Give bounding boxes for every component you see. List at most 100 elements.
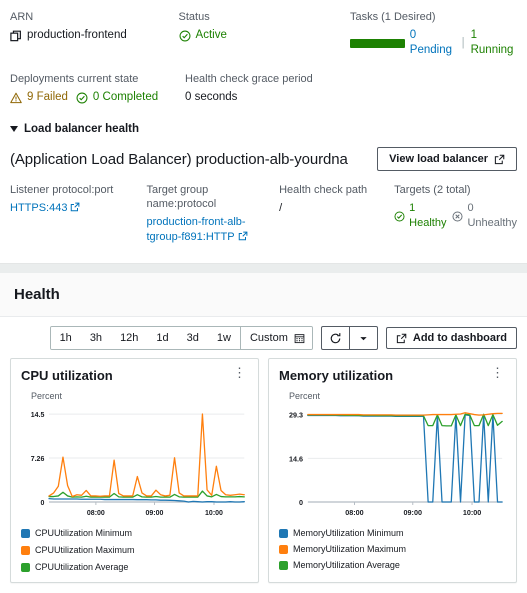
service-summary-panel: ARN production-frontend Status Active Ta… xyxy=(0,0,527,245)
deployments-value-row: 9 Failed 0 Completed xyxy=(10,90,185,105)
health-toolbar: 1h 3h 12h 1d 3d 1w Custom Add to dashboa… xyxy=(0,317,527,358)
x-axis-tick-label: 10:00 xyxy=(205,508,223,517)
refresh-icon xyxy=(329,332,342,345)
listener-value-row: HTTPS:443 xyxy=(10,201,147,216)
cpu-utilization-card: CPU utilization ⋮ Percent 0 7.26 14.5 08:00… xyxy=(10,358,259,583)
targets-value-row: 1 Healthy 0 Unhealthy xyxy=(394,201,517,231)
health-section-header: Health xyxy=(0,273,527,317)
health-check-path-field: Health check path / xyxy=(279,183,394,245)
tasks-label: Tasks (1 Desired) xyxy=(349,11,436,23)
x-axis-tick-label: 10:00 xyxy=(463,508,481,517)
warning-triangle-icon xyxy=(10,92,22,104)
view-load-balancer-button[interactable]: View load balancer xyxy=(377,147,517,171)
arn-field: ARN production-frontend xyxy=(10,10,179,58)
targets-unhealthy-count: 0 Unhealthy xyxy=(467,202,518,229)
copy-icon[interactable] xyxy=(10,30,22,42)
tasks-progress-bar xyxy=(349,38,405,48)
check-circle-icon xyxy=(179,30,191,42)
deployments-failed-count: 9 Failed xyxy=(27,91,68,103)
cpu-legend-row: CPUUtilization Minimum CPUUtilization Ma… xyxy=(21,527,248,574)
cpu-legend-maximum[interactable]: CPUUtilization Maximum xyxy=(21,544,135,557)
target-group-label: Target group name:protocol xyxy=(146,184,217,210)
section-divider xyxy=(0,263,527,273)
range-1d[interactable]: 1d xyxy=(147,327,178,349)
cpu-legend-maximum-label: CPUUtilization Maximum xyxy=(35,545,135,555)
range-3d[interactable]: 3d xyxy=(177,327,208,349)
external-link-icon xyxy=(396,333,407,344)
tasks-running-count: 1 Running xyxy=(470,29,514,56)
targets-label: Targets (2 total) xyxy=(394,184,471,196)
legend-swatch xyxy=(279,529,288,538)
cpu-card-header: CPU utilization ⋮ xyxy=(21,366,248,383)
range-12h[interactable]: 12h xyxy=(111,327,148,349)
cpu-y-axis-unit: Percent xyxy=(31,391,63,401)
cpu-legend-average[interactable]: CPUUtilization Average xyxy=(21,561,128,574)
memory-chart-legend: MemoryUtilization Minimum MemoryUtilizat… xyxy=(279,527,506,572)
external-link-icon xyxy=(494,154,505,165)
legend-swatch xyxy=(21,563,30,572)
memory-legend-minimum[interactable]: MemoryUtilization Minimum xyxy=(279,527,506,540)
legend-swatch xyxy=(279,561,288,570)
deployments-label: Deployments current state xyxy=(10,73,139,85)
legend-swatch xyxy=(21,546,30,555)
view-load-balancer-label: View load balancer xyxy=(389,153,488,165)
refresh-group[interactable] xyxy=(320,326,378,350)
metrics-charts: CPU utilization ⋮ Percent 0 7.26 14.5 08:00… xyxy=(0,358,527,593)
range-3h[interactable]: 3h xyxy=(80,327,112,349)
tasks-pending-link[interactable]: 0 Pending xyxy=(410,28,456,58)
memory-chart-plot: 0 14.6 29.3 08:00 09:00 10:00 xyxy=(279,402,506,522)
status-value: Active xyxy=(195,29,227,41)
x-circle-icon xyxy=(452,210,463,222)
target-group-link[interactable]: production-front-alb-tgroup-f891:HTTP xyxy=(147,216,246,243)
arn-label: ARN xyxy=(10,11,34,23)
range-custom[interactable]: Custom xyxy=(240,327,312,349)
grace-period-label: Health check grace period xyxy=(185,73,313,85)
listener-field: Listener protocol:port HTTPS:443 xyxy=(10,183,147,245)
calendar-icon xyxy=(294,333,305,344)
load-balancer-health-label: Load balancer health xyxy=(24,123,140,135)
summary-row-2: Deployments current state 9 Failed 0 Com… xyxy=(10,72,517,105)
arn-value: production-frontend xyxy=(27,29,127,41)
memory-utilization-card: Memory utilization ⋮ Percent 0 14.6 29.3 08… xyxy=(268,358,517,583)
y-axis-tick-label: 0 xyxy=(40,498,44,507)
summary-row-1: ARN production-frontend Status Active Ta… xyxy=(10,10,517,58)
x-axis-tick-label: 08:00 xyxy=(345,508,363,517)
listener-label: Listener protocol:port xyxy=(10,184,114,196)
memory-legend-minimum-label: MemoryUtilization Minimum xyxy=(293,528,404,538)
y-axis-tick-label: 7.26 xyxy=(31,454,45,463)
memory-y-axis-unit: Percent xyxy=(289,391,321,401)
y-axis-tick-label: 29.3 xyxy=(289,410,303,419)
memory-legend-average[interactable]: MemoryUtilization Average xyxy=(279,559,506,572)
load-balancer-details: Listener protocol:port HTTPS:443 Target … xyxy=(10,183,517,245)
time-range-selector[interactable]: 1h 3h 12h 1d 3d 1w Custom xyxy=(49,326,313,350)
legend-swatch xyxy=(279,545,288,554)
memory-chart-title: Memory utilization xyxy=(279,368,394,383)
cpu-chart-plot: 0 7.26 14.5 08:00 09:00 10:00 xyxy=(21,402,248,522)
cpu-chart-title: CPU utilization xyxy=(21,368,113,383)
health-check-path-label: Health check path xyxy=(279,184,368,196)
summary-spacer xyxy=(363,72,517,105)
check-circle-icon xyxy=(394,210,405,222)
tasks-value-row: 0 Pending | 1 Running xyxy=(349,28,517,58)
listener-link[interactable]: HTTPS:443 xyxy=(10,202,67,214)
add-to-dashboard-button[interactable]: Add to dashboard xyxy=(385,327,517,349)
cpu-legend-minimum[interactable]: CPUUtilization Minimum xyxy=(21,527,132,540)
y-axis-tick-label: 14.6 xyxy=(289,454,303,463)
range-1h[interactable]: 1h xyxy=(50,327,81,349)
memory-chart-menu-icon[interactable]: ⋮ xyxy=(489,366,506,379)
grace-period-field: Health check grace period 0 seconds xyxy=(185,72,363,105)
refresh-interval-dropdown[interactable] xyxy=(350,327,377,349)
deployments-completed-count: 0 Completed xyxy=(92,91,159,103)
refresh-button[interactable] xyxy=(322,327,349,349)
cpu-chart-menu-icon[interactable]: ⋮ xyxy=(231,366,248,379)
caret-down-icon xyxy=(10,126,18,132)
targets-field: Targets (2 total) 1 Healthy 0 Unhealthy xyxy=(394,183,517,245)
add-to-dashboard-label: Add to dashboard xyxy=(412,332,507,344)
range-1w[interactable]: 1w xyxy=(207,327,240,349)
load-balancer-health-expander[interactable]: Load balancer health xyxy=(10,123,517,135)
external-link-icon xyxy=(238,231,248,241)
memory-legend-maximum[interactable]: MemoryUtilization Maximum xyxy=(279,543,506,556)
x-axis-tick-label: 08:00 xyxy=(87,508,105,517)
memory-legend-average-label: MemoryUtilization Average xyxy=(293,560,400,570)
chevron-down-icon xyxy=(358,333,369,344)
